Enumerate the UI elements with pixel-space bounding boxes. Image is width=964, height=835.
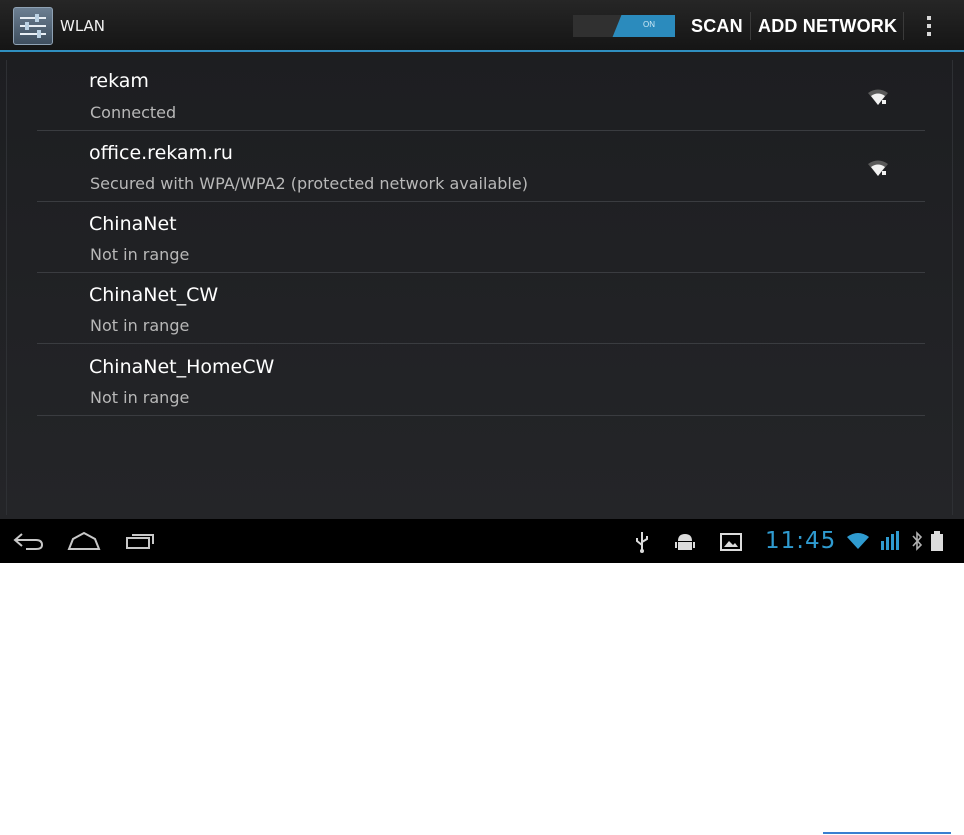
add-network-button[interactable]: ADD NETWORK <box>758 16 897 37</box>
gallery-icon <box>720 533 742 551</box>
page-title: WLAN <box>60 17 106 35</box>
battery-icon <box>931 531 943 551</box>
network-status: Not in range <box>90 316 190 335</box>
usb-icon <box>636 532 648 553</box>
wlan-toggle[interactable]: ON <box>573 15 675 37</box>
network-list-panel: rekam Connected office.rekam.ru Secured … <box>0 52 964 519</box>
network-item-rekam[interactable]: rekam Connected <box>37 60 925 131</box>
settings-app-icon[interactable] <box>13 7 53 45</box>
action-bar: WLAN ON SCAN ADD NETWORK <box>0 0 964 52</box>
network-name: ChinaNet_HomeCW <box>89 356 275 378</box>
network-item-chinanet-cw[interactable]: ChinaNet_CW Not in range <box>37 273 925 344</box>
network-status: Connected <box>90 103 177 122</box>
network-item-chinanet[interactable]: ChinaNet Not in range <box>37 202 925 273</box>
clock[interactable]: 11:45 <box>765 528 836 554</box>
network-status: Not in range <box>90 388 190 407</box>
action-separator <box>903 12 904 40</box>
footer-link-underline <box>823 832 951 834</box>
bluetooth-icon <box>912 531 923 551</box>
overflow-menu-icon[interactable] <box>921 13 937 39</box>
network-name: rekam <box>89 70 149 92</box>
wifi-icon <box>847 533 869 549</box>
wifi-signal-icon <box>868 160 888 176</box>
signal-icon <box>881 531 899 550</box>
android-debug-icon <box>675 534 695 550</box>
network-name: ChinaNet_CW <box>89 284 219 306</box>
network-item-office[interactable]: office.rekam.ru Secured with WPA/WPA2 (p… <box>37 131 925 202</box>
wifi-signal-icon <box>868 89 888 105</box>
recent-apps-icon[interactable] <box>124 532 156 550</box>
home-icon[interactable] <box>66 531 102 551</box>
toggle-label: ON <box>643 20 655 29</box>
scan-button[interactable]: SCAN <box>691 16 743 37</box>
network-item-chinanet-homecw[interactable]: ChinaNet_HomeCW Not in range <box>37 345 925 416</box>
network-status: Not in range <box>90 245 190 264</box>
back-icon[interactable] <box>12 531 44 551</box>
tablet-screen: WLAN ON SCAN ADD NETWORK rekam Connected <box>0 0 964 563</box>
system-bar: 11:45 <box>0 519 964 563</box>
network-status: Secured with WPA/WPA2 (protected network… <box>90 174 528 193</box>
action-separator <box>750 12 751 40</box>
network-name: office.rekam.ru <box>89 142 233 164</box>
network-name: ChinaNet <box>89 213 177 235</box>
